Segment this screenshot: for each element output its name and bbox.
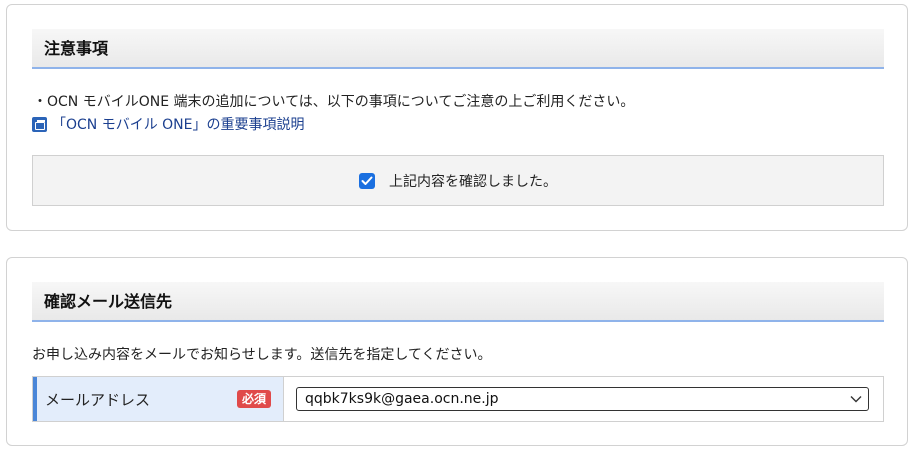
confirm-label[interactable]: 上記内容を確認しました。	[389, 171, 557, 191]
mail-card: 確認メール送信先 お申し込み内容をメールでお知らせします。送信先を指定してくださ…	[6, 257, 908, 446]
confirm-box: 上記内容を確認しました。	[32, 155, 884, 206]
notice-text: ・OCN モバイルONE 端末の追加については、以下の事項についてご注意の上ご利…	[33, 94, 635, 110]
email-label: メールアドレス	[45, 390, 151, 409]
notice-card: 注意事項 ・OCN モバイルONE 端末の追加については、以下の事項についてご注…	[6, 4, 908, 231]
new-window-icon	[32, 116, 47, 132]
mail-heading: 確認メール送信先	[32, 282, 884, 322]
checkmark-icon	[361, 176, 373, 185]
email-label-cell: メールアドレス 必須	[33, 377, 284, 421]
important-matters-link[interactable]: 「OCN モバイル ONE」の重要事項説明	[32, 114, 305, 134]
chevron-down-icon	[850, 396, 862, 403]
email-select-value: qqbk7ks9k@gaea.ocn.ne.jp	[305, 391, 499, 407]
email-select[interactable]: qqbk7ks9k@gaea.ocn.ne.jp	[296, 387, 869, 411]
confirm-checkbox[interactable]	[359, 172, 375, 189]
notice-heading: 注意事項	[32, 29, 884, 69]
important-matters-link-label[interactable]: 「OCN モバイル ONE」の重要事項説明	[52, 114, 305, 134]
email-value-cell: qqbk7ks9k@gaea.ocn.ne.jp	[284, 377, 883, 421]
required-badge: 必須	[236, 390, 271, 408]
mail-description: お申し込み内容をメールでお知らせします。送信先を指定してください。	[32, 347, 492, 363]
email-form-row: メールアドレス 必須 qqbk7ks9k@gaea.ocn.ne.jp	[32, 376, 884, 422]
